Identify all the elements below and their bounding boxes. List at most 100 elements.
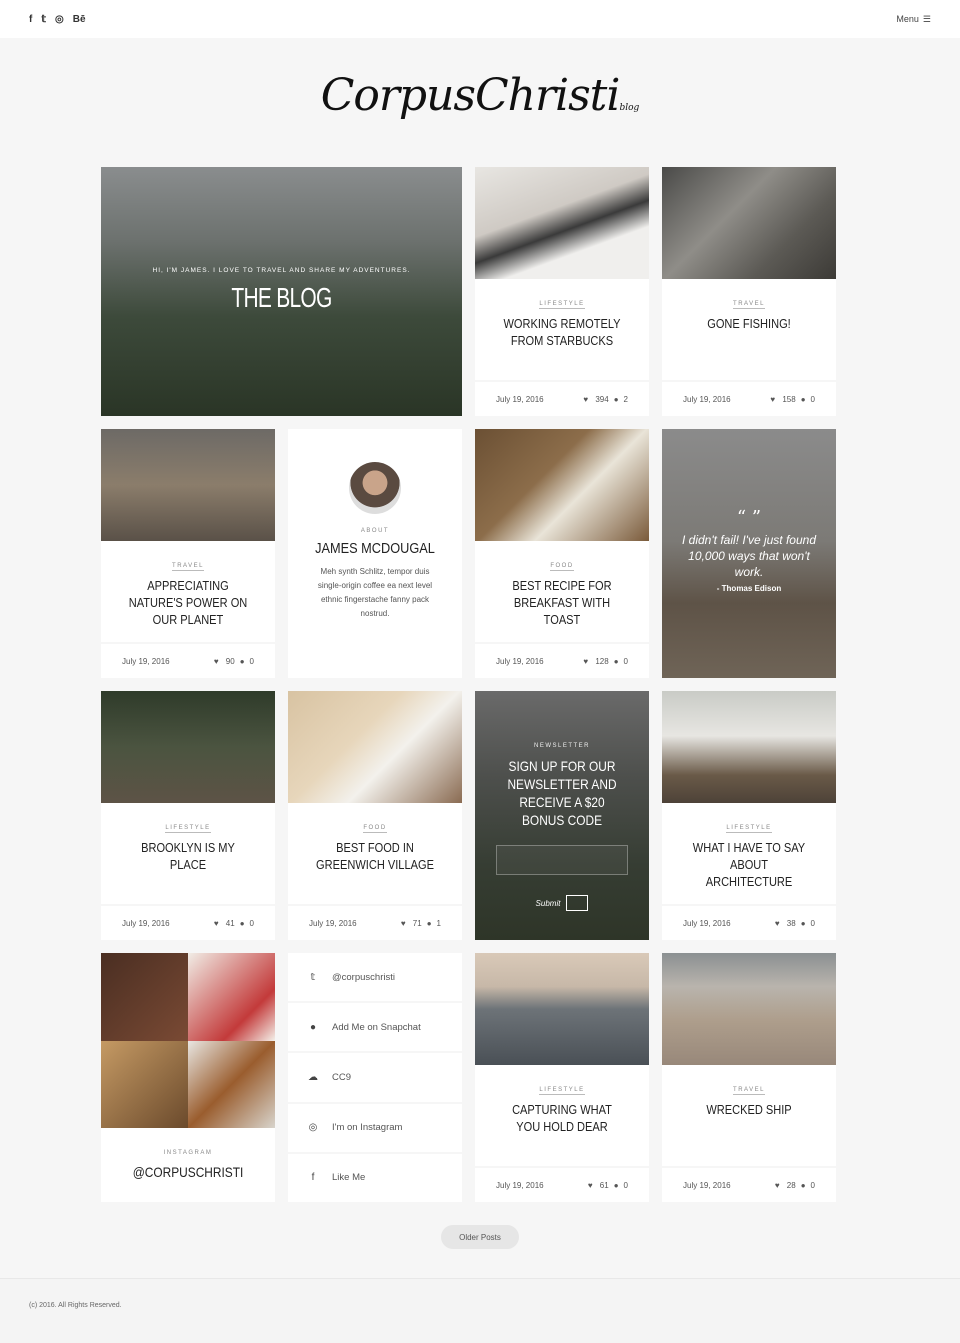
submit-label: Submit: [535, 898, 561, 908]
quote-author: - Thomas Edison: [716, 584, 782, 593]
social-links: f 𝕥 ◎ Bē: [29, 14, 86, 25]
heart-icon[interactable]: ♥: [214, 657, 219, 666]
comment-icon[interactable]: ●: [801, 395, 806, 404]
copyright: (c) 2016. All Rights Reserved.: [29, 1302, 122, 1309]
post-category[interactable]: TRAVEL: [662, 1087, 836, 1095]
comment-icon[interactable]: ●: [240, 657, 245, 666]
heart-icon[interactable]: ♥: [583, 395, 588, 404]
post-category[interactable]: LIFESTYLE: [475, 301, 649, 309]
soundcloud-icon: ☁: [308, 1072, 318, 1083]
menu-button[interactable]: Menu ☰: [896, 14, 931, 25]
like-count: 128: [595, 656, 609, 666]
post-title[interactable]: BROOKLYN IS MY PLACE: [126, 839, 250, 873]
post-card[interactable]: LIFESTYLE WHAT I HAVE TO SAY ABOUT ARCHI…: [662, 691, 836, 940]
post-card[interactable]: FOOD BEST FOOD IN GREENWICH VILLAGE July…: [288, 691, 462, 940]
social-link[interactable]: f Like Me: [288, 1153, 462, 1202]
about-text: Meh synth Schlitz, tempor duis single-or…: [317, 567, 433, 618]
hero-card[interactable]: HI, I'M JAMES. I LOVE TO TRAVEL AND SHAR…: [101, 167, 462, 416]
instagram-photos[interactable]: [101, 953, 275, 1128]
post-title[interactable]: CAPTURING WHAT YOU HOLD DEAR: [500, 1101, 624, 1135]
site-logo[interactable]: CorpusChristiblog: [0, 70, 960, 121]
logo-text: CorpusChristi: [320, 70, 621, 121]
post-image[interactable]: [475, 429, 649, 541]
post-image[interactable]: [288, 691, 462, 803]
older-posts-button[interactable]: Older Posts: [441, 1225, 519, 1249]
comment-icon[interactable]: ●: [614, 395, 619, 404]
social-link[interactable]: ☁ CC9: [288, 1053, 462, 1102]
behance-icon[interactable]: Bē: [73, 14, 86, 25]
comment-icon[interactable]: ●: [801, 1181, 806, 1190]
comment-icon[interactable]: ●: [801, 919, 806, 928]
comment-count: 0: [249, 656, 254, 666]
post-meta: July 19, 2016 ♥ 28 ● 0: [662, 1166, 836, 1202]
snapchat-icon: ●: [309, 1021, 317, 1033]
post-card[interactable]: TRAVEL GONE FISHING! July 19, 2016 ♥ 158…: [662, 167, 836, 416]
comment-icon[interactable]: ●: [614, 657, 619, 666]
post-meta: July 19, 2016 ♥ 41 ● 0: [101, 904, 275, 940]
post-image[interactable]: [475, 167, 649, 279]
post-title[interactable]: BEST FOOD IN GREENWICH VILLAGE: [313, 839, 437, 873]
heart-icon[interactable]: ♥: [583, 657, 588, 666]
post-title[interactable]: APPRECIATING NATURE'S POWER ON OUR PLANE…: [126, 577, 250, 628]
heart-icon[interactable]: ♥: [775, 1181, 780, 1190]
post-image[interactable]: [475, 953, 649, 1065]
post-image[interactable]: [662, 167, 836, 279]
instagram-icon[interactable]: ◎: [55, 14, 64, 25]
social-link[interactable]: ◎ I'm on Instagram: [288, 1103, 462, 1152]
post-card[interactable]: FOOD BEST RECIPE FOR BREAKFAST WITH TOAS…: [475, 429, 649, 678]
post-meta: July 19, 2016 ♥ 158 ● 0: [662, 380, 836, 416]
post-category[interactable]: LIFESTYLE: [101, 825, 275, 833]
heart-icon[interactable]: ♥: [401, 919, 406, 928]
post-title[interactable]: WORKING REMOTELY FROM STARBUCKS: [500, 315, 624, 349]
post-card[interactable]: LIFESTYLE BROOKLYN IS MY PLACE July 19, …: [101, 691, 275, 940]
avatar: [349, 462, 401, 514]
post-date: July 19, 2016: [683, 394, 731, 404]
comment-icon[interactable]: ●: [240, 919, 245, 928]
post-image[interactable]: [101, 691, 275, 803]
instagram-category: INSTAGRAM: [163, 1150, 213, 1156]
like-count: 394: [595, 394, 609, 404]
post-category[interactable]: LIFESTYLE: [475, 1087, 649, 1095]
menu-label: Menu: [896, 14, 919, 24]
post-date: July 19, 2016: [496, 394, 544, 404]
post-card[interactable]: TRAVEL WRECKED SHIP July 19, 2016 ♥ 28 ● 0: [662, 953, 836, 1202]
comment-count: 0: [810, 1180, 815, 1190]
about-name: JAMES MCDOUGAL: [315, 540, 435, 557]
post-category[interactable]: LIFESTYLE: [662, 825, 836, 833]
post-title[interactable]: WRECKED SHIP: [687, 1101, 811, 1118]
post-title[interactable]: GONE FISHING!: [687, 315, 811, 332]
post-image[interactable]: [662, 953, 836, 1065]
post-category[interactable]: FOOD: [475, 563, 649, 571]
post-card[interactable]: LIFESTYLE CAPTURING WHAT YOU HOLD DEAR J…: [475, 953, 649, 1202]
like-count: 41: [225, 918, 235, 928]
post-card[interactable]: TRAVEL APPRECIATING NATURE'S POWER ON OU…: [101, 429, 275, 678]
post-date: July 19, 2016: [496, 1180, 544, 1190]
facebook-icon[interactable]: f: [29, 14, 32, 25]
quote-card: “ ” I didn't fail! I've just found 10,00…: [662, 429, 836, 678]
heart-icon[interactable]: ♥: [770, 395, 775, 404]
social-link[interactable]: ● Add Me on Snapchat: [288, 1003, 462, 1052]
newsletter-email-input[interactable]: [496, 845, 628, 875]
post-image[interactable]: [662, 691, 836, 803]
heart-icon[interactable]: ♥: [588, 1181, 593, 1190]
comment-icon[interactable]: ●: [614, 1181, 619, 1190]
social-link-label: @corpuschristi: [332, 971, 395, 983]
post-title[interactable]: BEST RECIPE FOR BREAKFAST WITH TOAST: [500, 577, 624, 628]
social-link[interactable]: 𝕥 @corpuschristi: [288, 953, 462, 1002]
comment-count: 0: [623, 1180, 628, 1190]
post-date: July 19, 2016: [683, 1180, 731, 1190]
instagram-card[interactable]: INSTAGRAM @CORPUSCHRISTI: [101, 953, 275, 1202]
comment-icon[interactable]: ●: [427, 919, 432, 928]
twitter-icon[interactable]: 𝕥: [41, 14, 46, 25]
post-category[interactable]: FOOD: [288, 825, 462, 833]
heart-icon[interactable]: ♥: [214, 919, 219, 928]
comment-count: 0: [249, 918, 254, 928]
post-image[interactable]: [101, 429, 275, 541]
heart-icon[interactable]: ♥: [775, 919, 780, 928]
post-title[interactable]: WHAT I HAVE TO SAY ABOUT ARCHITECTURE: [687, 839, 811, 890]
like-count: 61: [599, 1180, 609, 1190]
post-category[interactable]: TRAVEL: [662, 301, 836, 309]
post-card[interactable]: LIFESTYLE WORKING REMOTELY FROM STARBUCK…: [475, 167, 649, 416]
post-category[interactable]: TRAVEL: [101, 563, 275, 571]
newsletter-submit-button[interactable]: Submit: [475, 895, 649, 911]
